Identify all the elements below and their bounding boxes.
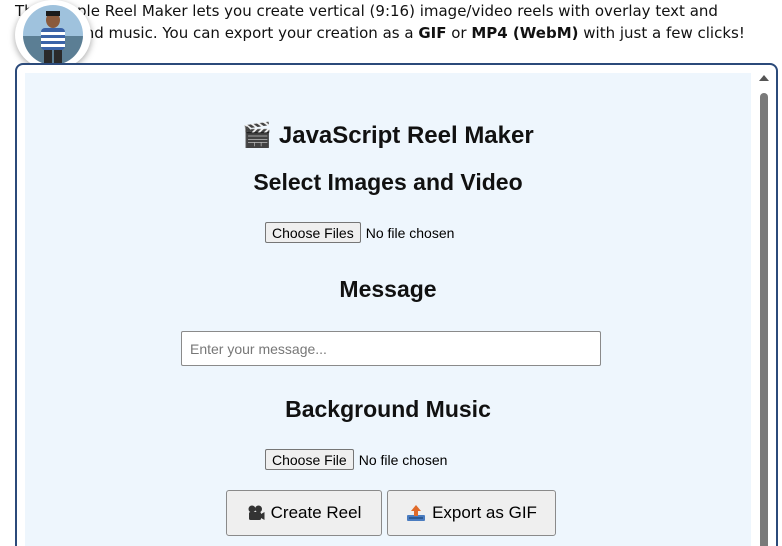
- images-file-picker: Choose Files No file chosen: [265, 222, 454, 243]
- export-gif-button[interactable]: Export as GIF: [387, 490, 556, 536]
- intro-paragraph: This simple Reel Maker lets you create v…: [15, 0, 775, 44]
- scroll-thumb[interactable]: [760, 93, 768, 546]
- app-panel: 🎬 JavaScript Reel Maker Select Images an…: [25, 73, 751, 546]
- images-heading: Select Images and Video: [253, 169, 523, 195]
- music-heading: Background Music: [285, 396, 491, 422]
- message-heading: Message: [339, 276, 437, 302]
- clapperboard-icon: 🎬: [242, 122, 273, 149]
- intro-format-mp4: MP4 (WebM): [471, 24, 579, 42]
- intro-text-2: or: [446, 24, 472, 42]
- choose-file-button[interactable]: Choose File: [265, 449, 354, 470]
- export-tray-icon: [406, 504, 426, 522]
- film-projector-icon: [247, 504, 265, 522]
- music-file-status: No file chosen: [358, 451, 448, 468]
- music-file-picker: Choose File No file chosen: [265, 449, 447, 470]
- create-reel-label: Create Reel: [270, 503, 362, 522]
- intro-text-3: with just a few clicks!: [578, 24, 745, 42]
- images-file-status: No file chosen: [365, 224, 455, 241]
- export-gif-label: Export as GIF: [432, 503, 537, 522]
- create-reel-button[interactable]: Create Reel: [226, 490, 382, 536]
- choose-files-button[interactable]: Choose Files: [265, 222, 361, 243]
- message-input[interactable]: [181, 331, 601, 366]
- scroll-up-arrow-icon[interactable]: [759, 75, 769, 81]
- app-frame: 🎬 JavaScript Reel Maker Select Images an…: [15, 63, 778, 546]
- page-title-text: JavaScript Reel Maker: [278, 122, 534, 149]
- intro-format-gif: GIF: [418, 24, 447, 42]
- page-title: 🎬 JavaScript Reel Maker: [25, 121, 751, 150]
- panel-scrollbar[interactable]: [758, 75, 770, 546]
- avatar-photo: [23, 5, 83, 65]
- avatar[interactable]: [15, 0, 91, 70]
